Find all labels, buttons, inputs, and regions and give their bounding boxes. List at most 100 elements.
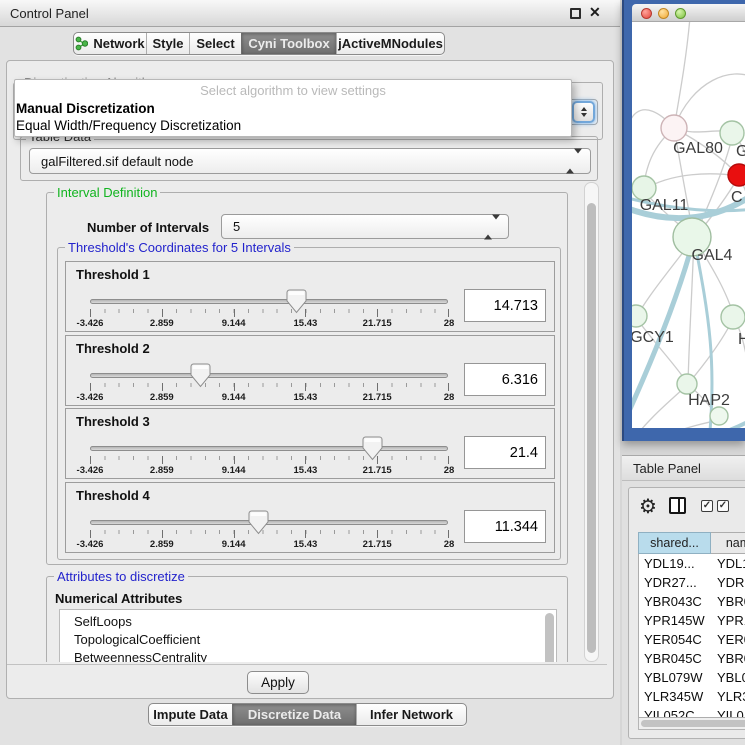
list-item[interactable]: SelfLoops xyxy=(74,614,132,629)
screen: Control Panel ✕ Network Style Select xyxy=(0,0,745,745)
table-body[interactable]: YDL19...YDL1 YDR27...YDR2 YBR043CYBR0 YP… xyxy=(638,554,745,718)
attributes-list[interactable]: SelfLoops TopologicalCoefficient Between… xyxy=(59,609,557,662)
slider-track[interactable] xyxy=(90,446,448,451)
network-view-window[interactable]: GAL80 GA GAL11 C GAL4 GCY1 H HAP2 xyxy=(622,0,745,441)
network-canvas[interactable]: GAL80 GA GAL11 C GAL4 GCY1 H HAP2 xyxy=(632,22,745,428)
slider-track[interactable] xyxy=(90,520,448,525)
table-row[interactable]: YBL079WYBL0 xyxy=(639,668,745,687)
scrollbar-thumb[interactable] xyxy=(587,203,596,653)
table-data-combobox[interactable]: galFiltered.sif default node xyxy=(29,148,591,174)
table-row[interactable]: YIL052CYIL0 xyxy=(639,706,745,718)
node-bottom[interactable] xyxy=(710,407,728,425)
network-nodes[interactable] xyxy=(632,115,745,425)
scrollbar-thumb[interactable] xyxy=(641,720,745,727)
threshold-value-field[interactable] xyxy=(464,510,546,543)
table-row[interactable]: YLR345WYLR3 xyxy=(639,687,745,706)
threshold-label: Threshold 3 xyxy=(76,414,150,429)
dropdown-option-equal-width[interactable]: Equal Width/Frequency Discretization xyxy=(16,118,241,133)
node-label: C xyxy=(731,189,743,206)
combobox-value: galFiltered.sif default node xyxy=(41,154,193,169)
column-view-icon[interactable] xyxy=(669,497,686,514)
zoom-traffic-light-icon[interactable] xyxy=(675,8,686,19)
tab-infer-network[interactable]: Infer Network xyxy=(356,704,466,725)
combobox-value: 5 xyxy=(233,219,240,234)
slider-track[interactable] xyxy=(90,373,448,378)
num-intervals-label: Number of Intervals xyxy=(87,220,209,235)
node-label: H xyxy=(738,331,745,348)
slider-tick-labels: -3.4262.8599.14415.4321.71528 xyxy=(90,465,449,477)
minimize-traffic-light-icon[interactable] xyxy=(658,8,669,19)
numerical-attributes-label: Numerical Attributes xyxy=(55,591,182,606)
checkbox-checked-icon[interactable]: ✓ xyxy=(717,500,729,512)
interval-definition-group: Interval Definition Number of Intervals … xyxy=(46,192,568,565)
settings-scrollbar[interactable] xyxy=(584,182,599,662)
node-gal80[interactable] xyxy=(661,115,687,141)
node-gcy1[interactable] xyxy=(632,305,647,327)
combobox-stepper-focused[interactable] xyxy=(572,101,595,123)
node-hap2[interactable] xyxy=(677,374,697,394)
tab-label: Discretize Data xyxy=(248,707,341,722)
dropdown-option-manual[interactable]: Manual Discretization xyxy=(16,101,155,116)
node-label: GAL80 xyxy=(673,140,723,157)
tab-label: Network xyxy=(93,36,144,51)
table-horizontal-scrollbar[interactable] xyxy=(638,718,745,730)
table-data-group: Table Data galFiltered.sif default node xyxy=(20,136,598,181)
table-panel-title: Table Panel xyxy=(633,461,701,476)
list-item[interactable]: TopologicalCoefficient xyxy=(74,632,200,647)
node-clipped-top-right[interactable] xyxy=(720,121,744,145)
threshold-value-field[interactable] xyxy=(464,363,546,396)
slider-tick-labels: -3.4262.8599.14415.4321.71528 xyxy=(90,392,449,404)
stepper-arrows-icon xyxy=(484,219,500,234)
table-row[interactable]: YDR27...YDR2 xyxy=(639,573,745,592)
close-traffic-light-icon[interactable] xyxy=(641,8,652,19)
threshold-value-field[interactable] xyxy=(464,289,546,322)
network-window-titlebar xyxy=(632,4,745,22)
tab-jactivemnodules[interactable]: jActiveMNodules xyxy=(336,33,444,54)
tab-style[interactable]: Style xyxy=(146,33,189,54)
node-label: GCY1 xyxy=(632,329,674,346)
float-window-icon[interactable] xyxy=(570,8,581,19)
table-panel: ⚙ ✓ ✓ shared... name YDL19...YDL1 YDR27.… xyxy=(622,481,745,745)
apply-button[interactable]: Apply xyxy=(247,671,309,694)
tab-discretize-data[interactable]: Discretize Data xyxy=(232,704,356,725)
table-row[interactable]: YDL19...YDL1 xyxy=(639,554,745,573)
tab-label: Select xyxy=(196,36,234,51)
tab-select[interactable]: Select xyxy=(189,33,241,54)
threshold-label: Threshold 2 xyxy=(76,341,150,356)
list-item[interactable]: BetweennessCentrality xyxy=(74,650,207,662)
slider-tick-labels: -3.4262.8599.14415.4321.71528 xyxy=(90,318,449,330)
slider-ticks xyxy=(90,309,449,318)
gear-icon[interactable]: ⚙ xyxy=(639,494,657,519)
tab-impute-data[interactable]: Impute Data xyxy=(149,704,232,725)
dropdown-header: Select algorithm to view settings xyxy=(15,83,571,98)
node-clipped-right[interactable] xyxy=(721,305,745,329)
slider-track[interactable] xyxy=(90,299,448,304)
threshold-value-field[interactable] xyxy=(464,436,546,469)
table-row[interactable]: YER054CYER0 xyxy=(639,630,745,649)
group-title: Threshold's Coordinates for 5 Intervals xyxy=(65,240,294,255)
checkbox-checked-icon[interactable]: ✓ xyxy=(701,500,713,512)
tab-label: Cyni Toolbox xyxy=(248,36,329,51)
close-icon[interactable]: ✕ xyxy=(589,4,601,21)
list-scrollbar-thumb[interactable] xyxy=(545,613,554,662)
network-icon xyxy=(75,36,88,51)
node-selected-red[interactable] xyxy=(728,164,745,186)
control-panel-tabs: Network Style Select Cyni Toolbox jActiv… xyxy=(73,32,445,55)
num-intervals-combobox[interactable]: 5 xyxy=(221,214,509,239)
settings-scroll-area: Interval Definition Number of Intervals … xyxy=(14,182,582,662)
threshold-panel: Threshold 2 -3.4262.8599.14415.4321.7152… xyxy=(65,335,555,406)
table-panel-titlebar: Table Panel xyxy=(622,455,745,481)
table-row[interactable]: YBR045CYBR0 xyxy=(639,649,745,668)
table-row[interactable]: YBR043CYBR0 xyxy=(639,592,745,611)
table-panel-inner: ⚙ ✓ ✓ shared... name YDL19...YDL1 YDR27.… xyxy=(628,487,745,739)
tab-label: jActiveMNodules xyxy=(338,36,443,51)
column-header-name[interactable]: name xyxy=(711,532,745,554)
group-title: Attributes to discretize xyxy=(54,569,188,584)
node-label: GA xyxy=(736,143,745,160)
tab-label: Style xyxy=(152,36,183,51)
table-row[interactable]: YPR145WYPR1 xyxy=(639,611,745,630)
column-header-shared-name[interactable]: shared... xyxy=(638,532,711,554)
tab-network[interactable]: Network xyxy=(74,33,146,54)
tab-cyni-toolbox[interactable]: Cyni Toolbox xyxy=(241,33,336,54)
table-header-row: shared... name xyxy=(638,532,745,554)
